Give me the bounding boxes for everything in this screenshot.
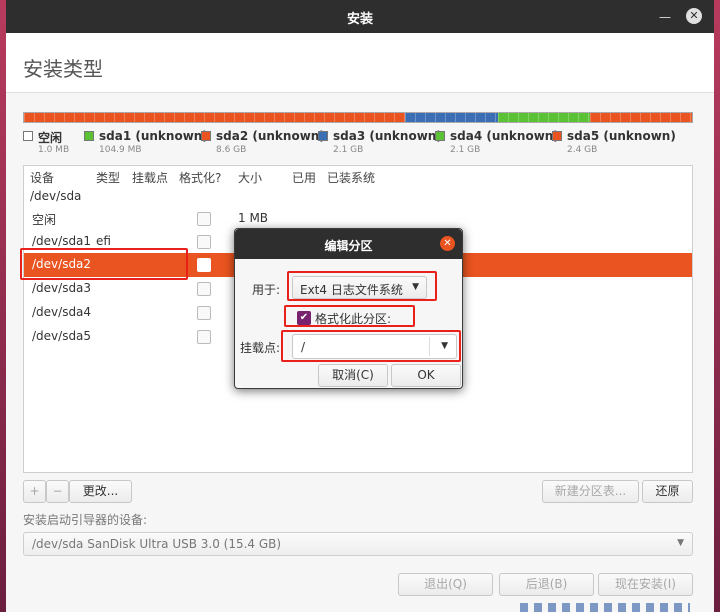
format-checkbox[interactable] [197,330,211,344]
legend-name: sda1 (unknown) [99,129,208,143]
highlight-use-as [287,271,437,301]
row-device: /dev/sda4 [32,305,92,319]
legend-size: 2.4 GB [567,145,598,155]
row-device: 空闲 [32,213,57,227]
row-device: /dev/sda3 [32,281,92,295]
row-size: 1 MB [238,211,269,225]
column-header-system[interactable]: 已装系统 [327,169,375,186]
legend-size: 8.6 GB [216,145,247,155]
legend-name: sda2 (unknown) [216,129,325,143]
column-header-device[interactable]: 设备 [30,169,54,186]
row-device: /dev/sda1 [32,234,92,248]
bootloader-value: /dev/sda SanDisk Ultra USB 3.0 (15.4 GB) [32,537,282,551]
legend-size: 2.1 GB [450,145,481,155]
row-device: /dev/sda5 [32,329,92,343]
legend-name: sda3 (unknown) [333,129,442,143]
format-checkbox[interactable] [197,212,211,226]
remove-partition-button[interactable]: − [46,480,69,503]
install-now-button[interactable]: 现在安装(I) [598,573,693,596]
revert-button[interactable]: 还原 [642,480,693,503]
highlight-mount-point [281,330,461,362]
close-icon[interactable]: ✕ [440,236,455,251]
format-checkbox[interactable] [197,282,211,296]
highlight-selected-row [20,248,188,280]
column-header-size[interactable]: 大小 [238,169,262,186]
legend-swatch [552,131,562,141]
legend-name: sda5 (unknown) [567,129,676,143]
legend-swatch [201,131,211,141]
ok-button[interactable]: OK [391,364,461,387]
page-title: 安装类型 [23,57,103,81]
window-titlebar: 安装 — ✕ [6,0,714,33]
table-row[interactable]: /dev/sda [24,185,692,209]
format-checkbox[interactable] [197,306,211,320]
add-partition-button[interactable]: + [23,480,46,503]
column-header-format[interactable]: 格式化? [179,169,221,186]
bootloader-label: 安装启动引导器的设备: [23,513,148,527]
use-as-label: 用于: [252,283,281,297]
legend-name: 空闲 [38,131,63,145]
new-partition-table-button[interactable]: 新建分区表... [542,480,639,503]
legend-swatch [23,131,33,141]
chevron-down-icon: ▼ [677,538,684,548]
change-partition-button[interactable]: 更改... [69,480,132,503]
minimize-icon[interactable]: — [658,10,672,24]
column-header-used[interactable]: 已用 [292,169,316,186]
format-checkbox[interactable] [197,235,211,249]
quit-button[interactable]: 退出(Q) [398,573,493,596]
window-title: 安装 [346,12,373,27]
partition-segment [404,113,498,122]
partition-bar [23,112,693,123]
partition-segment [24,113,405,122]
dialog-titlebar: 编辑分区 ✕ [235,229,462,259]
legend-swatch [318,131,328,141]
mount-point-label: 挂载点: [240,341,281,355]
desktop-background-right [714,0,720,612]
legend-size: 1.0 MB [38,145,70,155]
back-button[interactable]: 后退(B) [499,573,594,596]
partition-segment [590,113,692,122]
row-type: efi [96,234,111,248]
column-header-type[interactable]: 类型 [96,169,120,186]
page-header: 安装类型 [6,33,714,93]
format-checkbox[interactable] [197,258,211,272]
partition-segment [497,113,591,122]
bootloader-device-select[interactable]: /dev/sda SanDisk Ultra USB 3.0 (15.4 GB)… [23,532,693,556]
cancel-button[interactable]: 取消(C) [318,364,388,387]
legend-name: sda4 (unknown) [450,129,559,143]
column-header-mount[interactable]: 挂载点 [132,169,168,186]
legend-swatch [435,131,445,141]
legend-size: 2.1 GB [333,145,364,155]
dialog-title: 编辑分区 [324,239,373,253]
watermark [520,603,690,612]
partition-legend: 空闲 1.0 MB sda1 (unknown) 104.9 MB sda2 (… [23,129,703,159]
legend-swatch [84,131,94,141]
row-device: /dev/sda [30,189,82,203]
close-icon[interactable]: ✕ [686,8,702,24]
highlight-format [284,305,415,327]
legend-size: 104.9 MB [99,145,142,155]
